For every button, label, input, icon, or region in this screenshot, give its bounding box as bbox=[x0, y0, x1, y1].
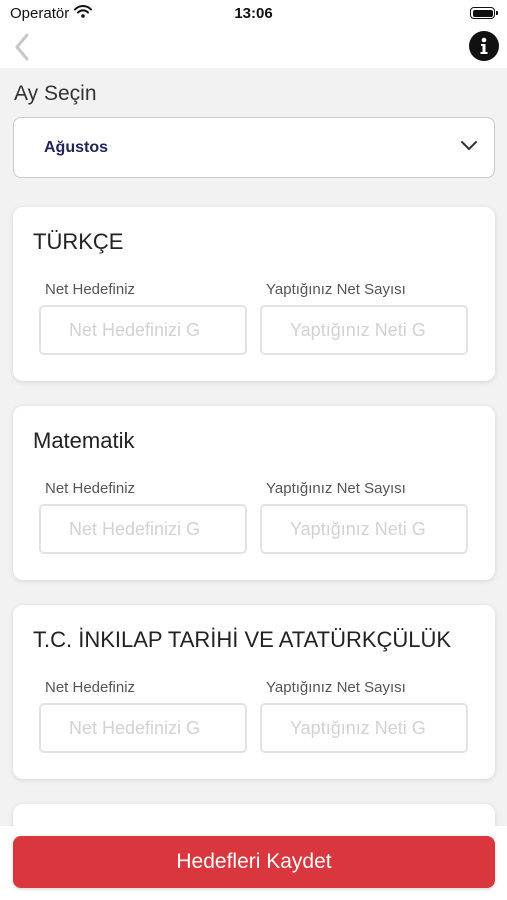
info-icon bbox=[480, 37, 488, 54]
net-target-label: Net Hedefiniz bbox=[45, 480, 136, 497]
subject-title: T.C. İNKILAP TARİHİ VE ATATÜRKÇÜLÜK bbox=[33, 627, 452, 652]
subject-card-inkilap: T.C. İNKILAP TARİHİ VE ATATÜRKÇÜLÜK Net … bbox=[13, 605, 495, 779]
month-label: Ay Seçin bbox=[14, 82, 97, 105]
net-done-label: Yaptığınız Net Sayısı bbox=[266, 281, 406, 298]
bottom-bar: Hedefleri Kaydet bbox=[0, 826, 507, 900]
info-button[interactable] bbox=[469, 31, 499, 61]
nav-bar bbox=[0, 28, 507, 68]
net-done-input[interactable] bbox=[260, 703, 468, 753]
chevron-left-icon bbox=[15, 33, 29, 61]
subject-title: Matematik bbox=[33, 428, 135, 453]
month-selected-value: Ağustos bbox=[44, 139, 108, 156]
net-done-input[interactable] bbox=[260, 305, 468, 355]
net-done-input[interactable] bbox=[260, 504, 468, 554]
battery-icon bbox=[470, 7, 498, 19]
status-bar: Operatör 13:06 bbox=[0, 0, 507, 28]
status-time: 13:06 bbox=[234, 5, 273, 22]
net-target-label: Net Hedefiniz bbox=[45, 281, 136, 298]
subject-card-turkce: TÜRKÇE Net Hedefiniz Yaptığınız Net Sayı… bbox=[13, 207, 495, 381]
subject-title: TÜRKÇE bbox=[33, 229, 124, 254]
save-targets-button[interactable]: Hedefleri Kaydet bbox=[13, 836, 495, 888]
net-done-label: Yaptığınız Net Sayısı bbox=[266, 679, 406, 696]
net-target-input[interactable] bbox=[39, 305, 247, 355]
month-select[interactable]: Ağustos bbox=[13, 117, 495, 178]
net-target-input[interactable] bbox=[39, 703, 247, 753]
net-target-input[interactable] bbox=[39, 504, 247, 554]
back-button[interactable] bbox=[8, 32, 36, 62]
net-target-label: Net Hedefiniz bbox=[45, 679, 136, 696]
chevron-down-icon bbox=[461, 141, 477, 150]
net-done-label: Yaptığınız Net Sayısı bbox=[266, 480, 406, 497]
subject-card-matematik: Matematik Net Hedefiniz Yaptığınız Net S… bbox=[13, 406, 495, 580]
